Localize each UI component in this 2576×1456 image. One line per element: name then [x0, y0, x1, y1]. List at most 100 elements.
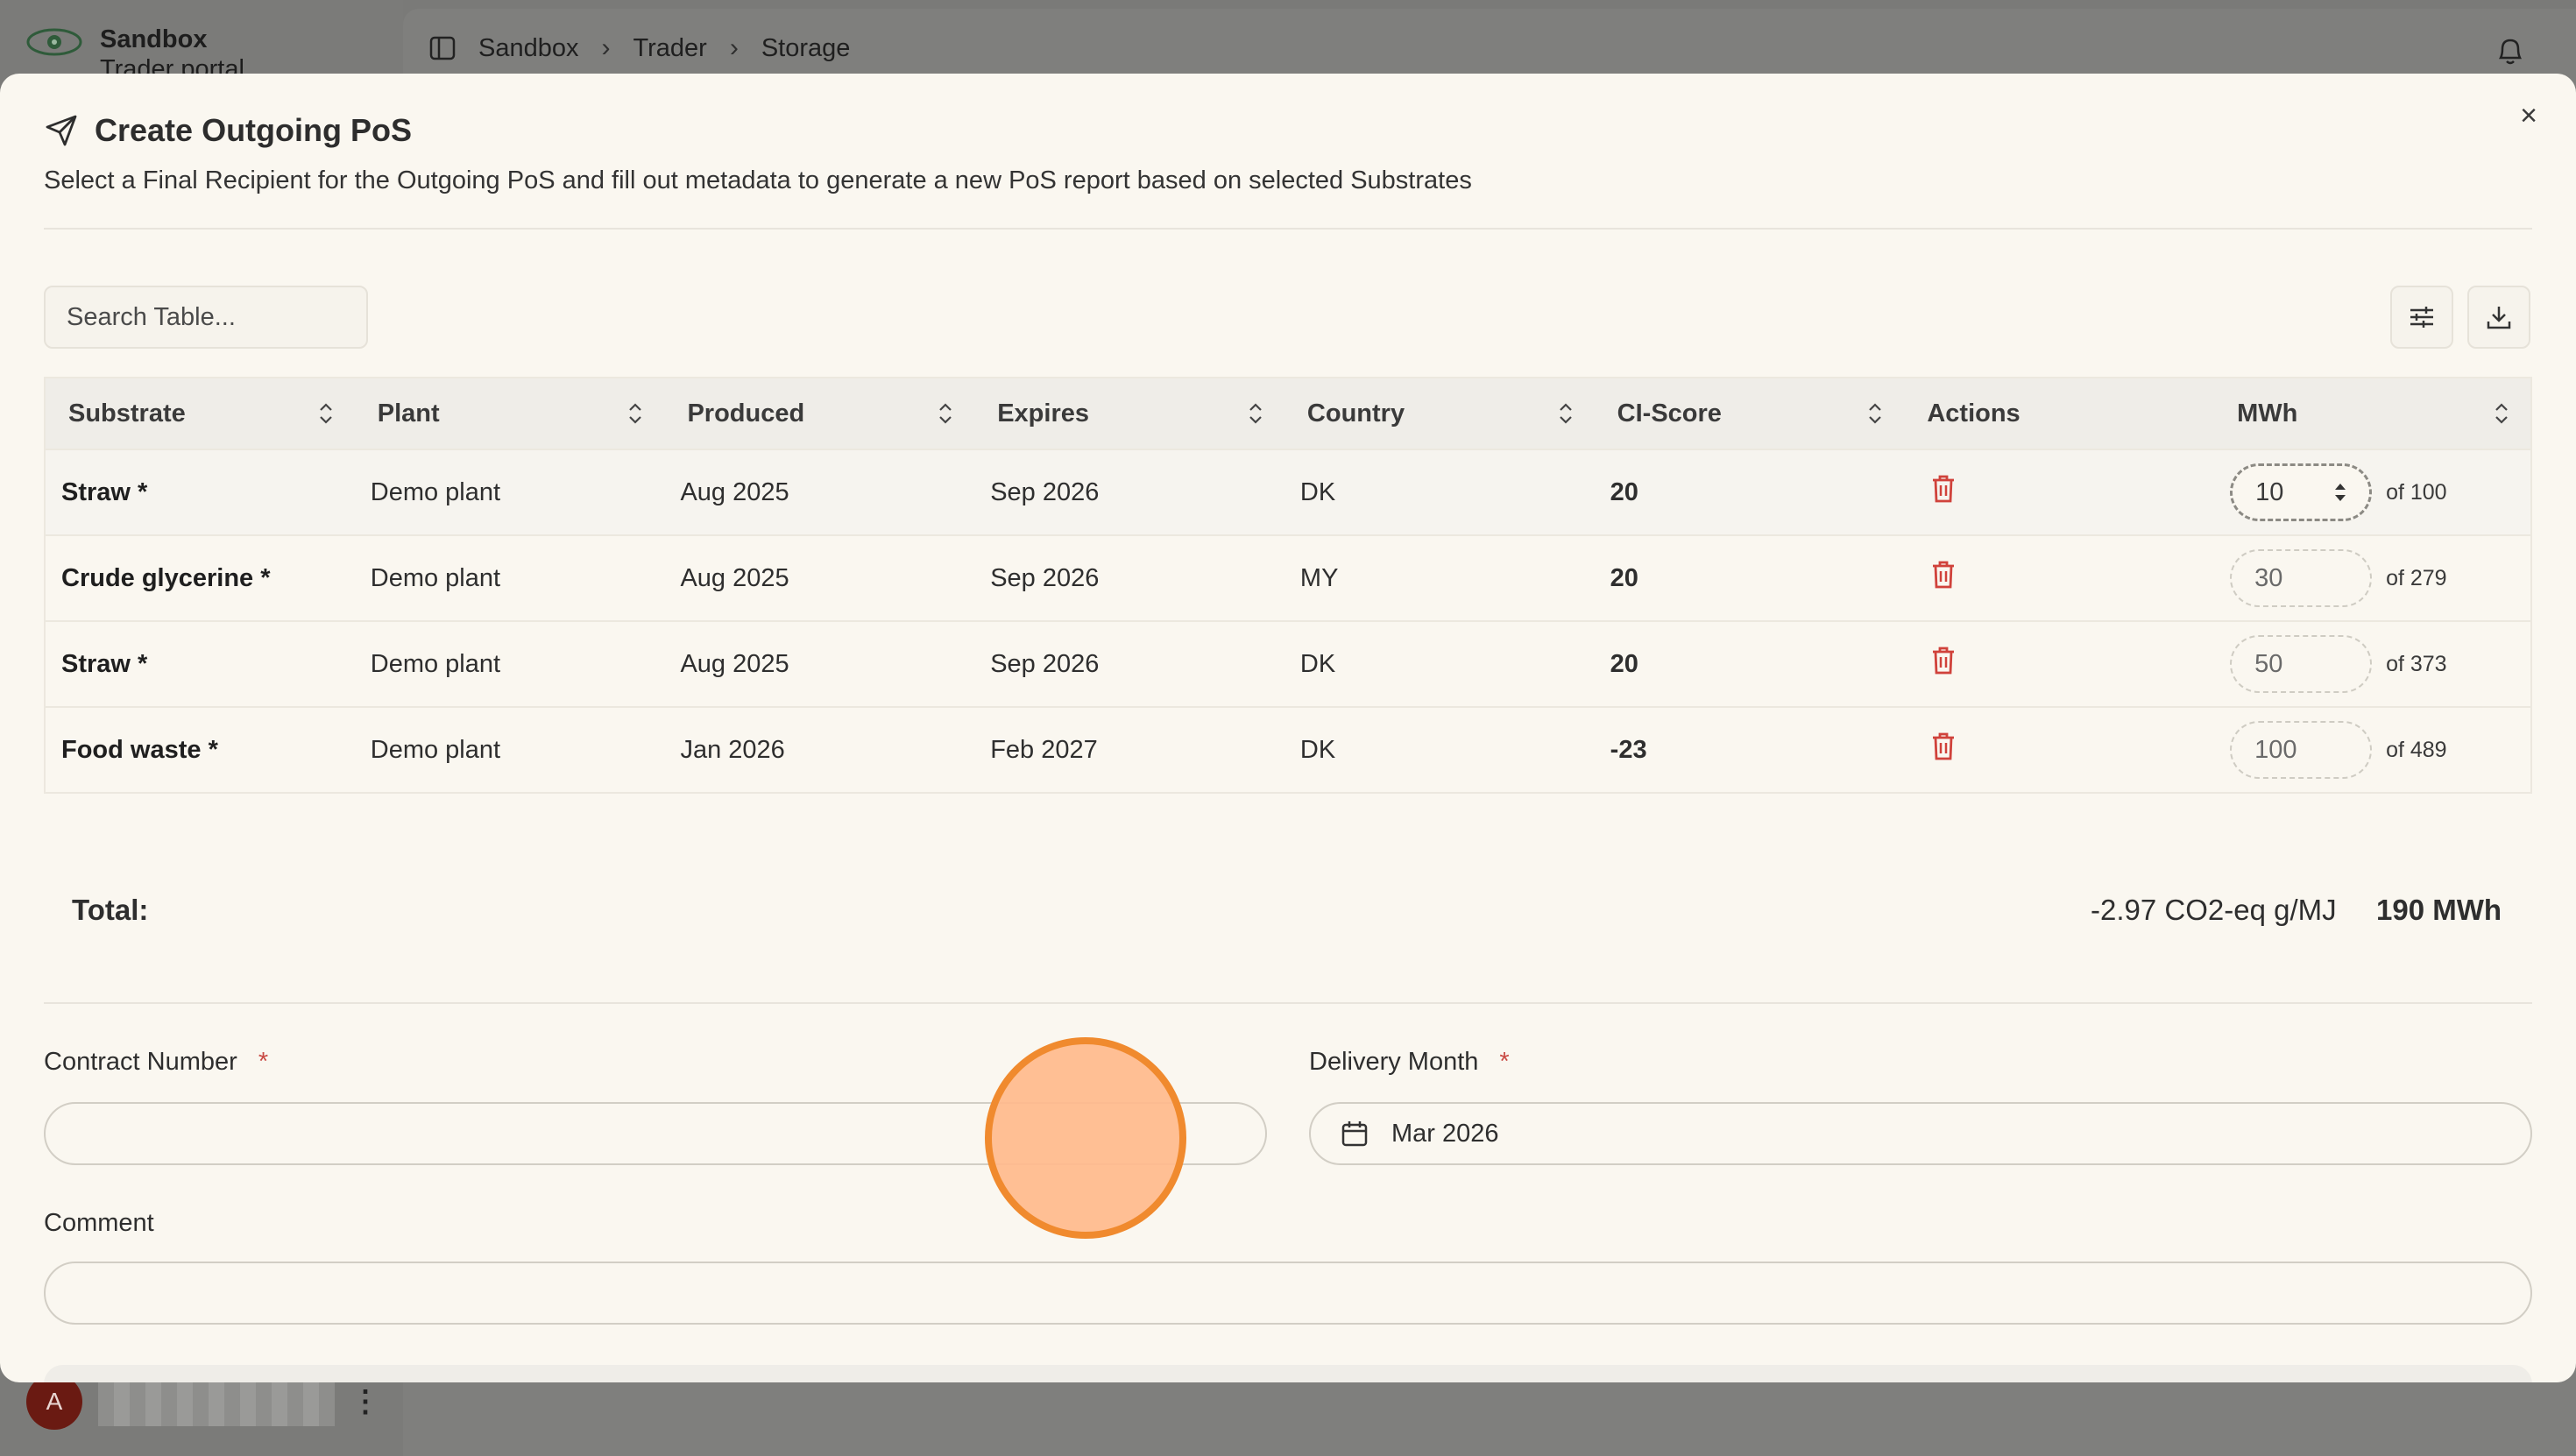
cell-produced: Aug 2025	[680, 563, 789, 592]
substrates-table: Substrate Plant Produced Expires Country…	[44, 377, 2532, 794]
sort-icon[interactable]	[626, 400, 645, 427]
mwh-input[interactable]	[2230, 463, 2373, 521]
touch-indicator	[985, 1037, 1186, 1239]
cell-country: DK	[1299, 649, 1336, 678]
trash-icon[interactable]	[1930, 732, 1957, 761]
delivery-month-picker[interactable]: Mar 2026	[1309, 1102, 2532, 1165]
cell-ci-score: -23	[1610, 735, 1647, 764]
calendar-icon	[1341, 1121, 1368, 1147]
mwh-available: of 489	[2386, 737, 2447, 762]
table-row: Straw * Demo plant Aug 2025 Sep 2026 DK …	[45, 621, 2531, 707]
mwh-available: of 100	[2386, 479, 2447, 505]
search-input[interactable]	[44, 286, 368, 349]
mwh-available: of 279	[2386, 565, 2447, 590]
trash-icon[interactable]	[1930, 646, 1957, 675]
contract-number-label: Contract Number *	[44, 1048, 269, 1076]
trash-icon[interactable]	[1930, 560, 1957, 590]
sort-icon[interactable]	[936, 400, 955, 427]
cell-actions	[1904, 707, 2214, 793]
stepper-icon[interactable]	[2333, 480, 2347, 505]
breadcrumb: Sandbox › Trader › Storage	[429, 33, 850, 63]
table-header-row: Substrate Plant Produced Expires Country…	[45, 378, 2531, 449]
cell-produced: Aug 2025	[680, 649, 789, 678]
column-header-mwh[interactable]: MWh	[2214, 378, 2531, 449]
cell-country: DK	[1299, 477, 1336, 506]
sort-icon[interactable]	[1246, 400, 1265, 427]
column-settings-button[interactable]	[2390, 286, 2453, 349]
column-header-expires[interactable]: Expires	[974, 378, 1284, 449]
cell-expires: Feb 2027	[990, 735, 1098, 764]
close-icon[interactable]: ×	[2513, 99, 2544, 132]
cell-plant: Demo plant	[370, 477, 501, 506]
required-mark: *	[258, 1048, 269, 1076]
cell-expires: Sep 2026	[990, 477, 1100, 506]
cell-substrate: Food waste *	[61, 735, 218, 764]
sort-icon[interactable]	[1556, 400, 1575, 427]
cell-expires: Sep 2026	[990, 649, 1100, 678]
bell-icon[interactable]	[2495, 35, 2525, 67]
cell-mwh: of 373	[2214, 621, 2531, 707]
footer-strip	[44, 1365, 2532, 1382]
create-outgoing-pos-dialog: Create Outgoing PoS × Select a Final Rec…	[0, 74, 2576, 1382]
cell-actions	[1904, 449, 2214, 535]
mwh-input[interactable]	[2230, 721, 2373, 779]
breadcrumb-item-sandbox[interactable]: Sandbox	[478, 34, 579, 63]
mwh-input[interactable]	[2230, 635, 2373, 693]
sidebar-toggle-icon[interactable]	[429, 36, 456, 60]
column-header-country[interactable]: Country	[1284, 378, 1595, 449]
required-mark: *	[1499, 1048, 1510, 1076]
mwh-available: of 373	[2386, 651, 2447, 676]
delivery-month-value: Mar 2026	[1391, 1119, 1499, 1148]
mwh-input[interactable]	[2230, 549, 2373, 607]
delivery-month-label: Delivery Month *	[1309, 1048, 1510, 1076]
cell-actions	[1904, 621, 2214, 707]
cell-produced: Aug 2025	[680, 477, 789, 506]
total-mwh: 190 MWh	[2376, 894, 2502, 926]
send-icon	[46, 115, 77, 146]
table-row: Straw * Demo plant Aug 2025 Sep 2026 DK …	[45, 449, 2531, 535]
cell-country: MY	[1299, 563, 1339, 592]
cell-plant: Demo plant	[370, 735, 501, 764]
cell-ci-score: 20	[1610, 563, 1638, 592]
total-ci-score: -2.97 CO2-eq g/MJ	[2091, 894, 2337, 926]
column-header-plant[interactable]: Plant	[355, 378, 665, 449]
cell-substrate: Crude glycerine *	[61, 563, 271, 592]
column-header-substrate[interactable]: Substrate	[45, 378, 355, 449]
chevron-right-icon: ›	[729, 33, 739, 62]
eye-logo-icon	[26, 28, 82, 56]
cell-mwh: of 489	[2214, 707, 2531, 793]
column-header-ci-score[interactable]: CI-Score	[1595, 378, 1905, 449]
brand-title: Sandbox	[100, 25, 208, 53]
comment-input[interactable]	[44, 1262, 2532, 1325]
sort-icon[interactable]	[2492, 400, 2511, 427]
cell-produced: Jan 2026	[680, 735, 785, 764]
divider	[44, 1002, 2532, 1004]
sliders-icon	[2410, 307, 2433, 328]
comment-label: Comment	[44, 1209, 154, 1237]
download-icon	[2487, 307, 2511, 329]
column-header-actions: Actions	[1927, 399, 2020, 428]
cell-plant: Demo plant	[370, 563, 501, 592]
table-row: Crude glycerine * Demo plant Aug 2025 Se…	[45, 535, 2531, 621]
sort-icon[interactable]	[1865, 400, 1885, 427]
cell-substrate: Straw *	[61, 649, 148, 678]
table-row: Food waste * Demo plant Jan 2026 Feb 202…	[45, 707, 2531, 793]
breadcrumb-item-trader[interactable]: Trader	[633, 34, 707, 63]
user-name-redacted	[98, 1377, 335, 1426]
divider	[44, 228, 2532, 230]
chevron-right-icon: ›	[601, 33, 611, 62]
trash-icon[interactable]	[1930, 474, 1957, 504]
dialog-title: Create Outgoing PoS	[95, 112, 413, 148]
download-button[interactable]	[2467, 286, 2530, 349]
cell-substrate: Straw *	[61, 477, 148, 506]
breadcrumb-item-storage: Storage	[761, 33, 851, 62]
cell-country: DK	[1299, 735, 1336, 764]
sort-icon[interactable]	[316, 400, 336, 427]
more-vertical-icon[interactable]: ⋮	[350, 1384, 380, 1419]
cell-mwh: of 279	[2214, 535, 2531, 621]
cell-actions	[1904, 535, 2214, 621]
column-header-produced[interactable]: Produced	[664, 378, 974, 449]
dialog-description: Select a Final Recipient for the Outgoin…	[44, 166, 1472, 194]
cell-ci-score: 20	[1610, 477, 1638, 506]
cell-plant: Demo plant	[370, 649, 501, 678]
